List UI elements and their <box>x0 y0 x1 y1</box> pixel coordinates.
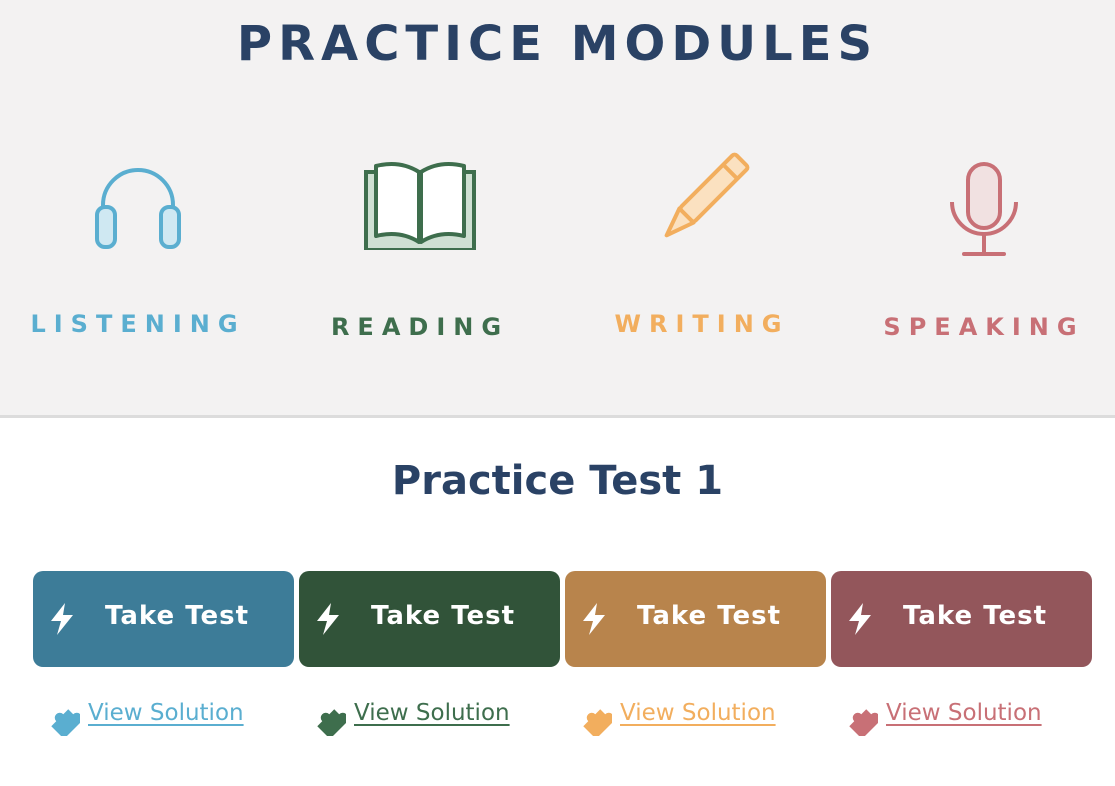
view-solution-writing-link[interactable]: View Solution <box>580 700 810 736</box>
view-solution-label: View Solution <box>620 700 776 726</box>
module-listening[interactable]: LISTENING <box>8 150 268 338</box>
module-reading[interactable]: READING <box>290 150 550 341</box>
puzzle-icon <box>51 709 80 736</box>
practice-test-title: Practice Test 1 <box>391 458 724 504</box>
view-solution-listening-link[interactable]: View Solution <box>48 700 278 736</box>
puzzle-icon <box>583 709 612 736</box>
page-title: PRACTICE MODULES <box>236 16 879 72</box>
module-label: LISTENING <box>30 310 246 338</box>
book-icon <box>364 162 476 250</box>
puzzle-icon <box>849 709 878 736</box>
take-test-writing-button[interactable]: Take Test <box>565 571 826 667</box>
lightning-icon <box>583 603 605 635</box>
modules-section: PRACTICE MODULES LISTENING READING WRITI… <box>0 0 1115 418</box>
module-writing[interactable]: WRITING <box>572 150 832 338</box>
take-test-speaking-button[interactable]: Take Test <box>831 571 1092 667</box>
view-solution-label: View Solution <box>886 700 1042 726</box>
view-solution-label: View Solution <box>354 700 510 726</box>
lightning-icon <box>849 603 871 635</box>
view-solution-reading-link[interactable]: View Solution <box>314 700 544 736</box>
module-label: READING <box>330 313 510 341</box>
pencil-icon <box>664 152 750 238</box>
view-solution-label: View Solution <box>88 700 244 726</box>
take-test-label: Take Test <box>903 601 1048 631</box>
take-test-reading-button[interactable]: Take Test <box>299 571 560 667</box>
module-label: WRITING <box>614 310 790 338</box>
headphones-icon <box>95 168 181 249</box>
microphone-icon <box>950 162 1018 256</box>
lightning-icon <box>51 603 73 635</box>
view-solution-speaking-link[interactable]: View Solution <box>846 700 1076 736</box>
lightning-icon <box>317 603 339 635</box>
take-test-label: Take Test <box>105 601 250 631</box>
module-label: SPEAKING <box>883 313 1085 341</box>
puzzle-icon <box>317 709 346 736</box>
take-test-label: Take Test <box>371 601 516 631</box>
take-test-label: Take Test <box>637 601 782 631</box>
take-test-listening-button[interactable]: Take Test <box>33 571 294 667</box>
module-speaking[interactable]: SPEAKING <box>854 150 1114 341</box>
